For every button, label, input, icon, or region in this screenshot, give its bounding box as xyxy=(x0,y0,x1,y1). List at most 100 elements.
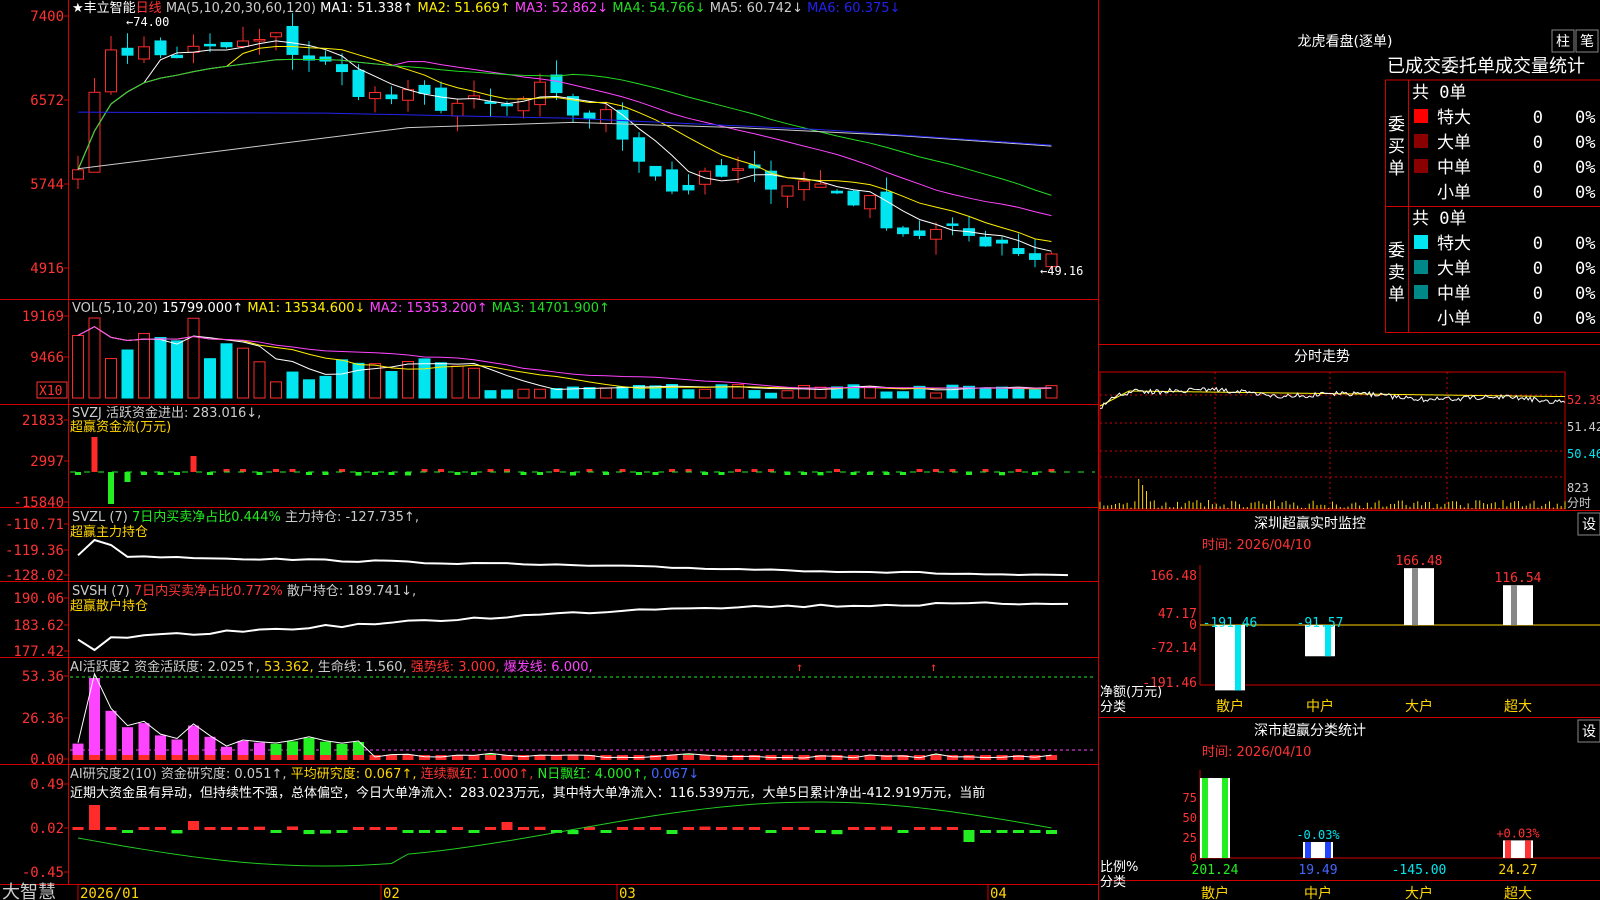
candle-body xyxy=(369,91,381,100)
activity-base-bar xyxy=(155,755,166,760)
candle-body xyxy=(1029,253,1041,260)
research-bar xyxy=(881,826,892,830)
axis-label: 9466 xyxy=(30,350,64,366)
research-bar xyxy=(650,827,661,830)
research-bar xyxy=(221,827,232,830)
candle-body xyxy=(979,236,992,247)
volume-bar xyxy=(352,362,365,399)
header-item: MA2: 15353.200↑ xyxy=(365,301,487,316)
research-bar xyxy=(468,830,480,833)
research-bar xyxy=(138,827,150,830)
monitor-bar-stripe xyxy=(1235,625,1241,691)
monitor-bar-value: 166.48 xyxy=(1396,554,1443,569)
money-flow-bar xyxy=(273,469,279,472)
group-label-char: 委 xyxy=(1388,241,1405,261)
classify-bar-stripe xyxy=(1525,840,1531,858)
volume-chart[interactable] xyxy=(72,317,1058,399)
research-bar xyxy=(980,830,991,833)
classify-xlabel: 分类 xyxy=(1100,875,1126,890)
volume-bar xyxy=(484,390,497,399)
candle-body xyxy=(781,185,794,197)
axis-label: 7400 xyxy=(30,9,64,25)
axis-label: 190.06 xyxy=(13,591,64,607)
svzl-chart[interactable] xyxy=(77,538,1069,577)
row-value: 0 xyxy=(1533,284,1543,304)
stock-name: 丰立智能 xyxy=(84,1,136,16)
research-bar xyxy=(386,827,397,830)
volume-bar xyxy=(534,388,546,399)
classify-bar-stripe xyxy=(1325,842,1331,858)
axis-label: 53.36 xyxy=(22,669,64,685)
classify-bar-stripe xyxy=(1505,840,1511,858)
volume-bar xyxy=(187,317,200,399)
candle-body xyxy=(501,103,513,107)
intraday-chart[interactable]: 52.39 51.42 50.46 823分时 xyxy=(1099,371,1600,510)
classify-bar xyxy=(1503,840,1533,858)
candle-body xyxy=(930,228,942,240)
research-bar xyxy=(254,826,265,830)
candle-body xyxy=(451,102,464,117)
money-flow-bar xyxy=(735,469,741,472)
row-pct: 0% xyxy=(1575,259,1595,279)
research-bar xyxy=(765,830,777,833)
monitor-category-label: 超大 xyxy=(1504,699,1532,715)
classify-bar-value: 201.24 xyxy=(1192,863,1239,878)
candle-body xyxy=(1012,248,1025,255)
header-item: SVZJ 活跃资金进出: 283.016↓, xyxy=(72,405,261,421)
monitor-ylabel: 净额(万元) xyxy=(1100,685,1162,700)
classify-title: 深市超赢分类统计 xyxy=(1254,722,1366,739)
row-pct: 0% xyxy=(1575,234,1595,254)
research-bar xyxy=(89,805,100,830)
volume-bar xyxy=(319,375,332,399)
activity-base-bar xyxy=(567,755,579,760)
classify-category-label: 超大 xyxy=(1504,886,1532,900)
monitor-bar-chart[interactable]: 166.4847.170-72.14-191.46净额(万元)分类-191.46… xyxy=(1100,554,1600,715)
research-bar xyxy=(864,827,876,830)
research-bar xyxy=(501,822,513,830)
ai-activity-chart[interactable]: ↑ ↑ xyxy=(70,660,1095,760)
svsh-subtitle: 超赢散户持仓 xyxy=(70,598,148,614)
candle-body xyxy=(847,190,860,206)
volume-bar xyxy=(88,317,101,399)
candle-body xyxy=(798,180,810,191)
activity-base-bar xyxy=(237,755,249,760)
monitor-axis-label: 0 xyxy=(1189,618,1197,633)
chart-canvas[interactable]: ★丰立智能日线 MA(5,10,20,30,60,120) MA1: 51.33… xyxy=(0,0,1600,900)
candle-body xyxy=(220,42,233,48)
ai-research-chart[interactable] xyxy=(72,801,1058,867)
low-price-label: ←49.16 xyxy=(1040,264,1083,278)
ma-line xyxy=(77,40,1052,252)
svsh-chart[interactable] xyxy=(77,601,1069,652)
research-bar xyxy=(600,830,612,833)
classify-bar-stripe xyxy=(1222,778,1228,858)
candle-body xyxy=(435,87,447,111)
research-bar xyxy=(930,826,942,830)
header-item: 53.362, xyxy=(260,660,314,675)
money-flow-bar xyxy=(91,437,98,472)
volume-bar xyxy=(121,349,134,399)
axis-label: 0.02 xyxy=(30,821,64,837)
research-bar xyxy=(270,830,282,833)
activity-base-bar xyxy=(138,755,150,760)
row-label: 特大 xyxy=(1437,108,1471,128)
candle-body xyxy=(649,165,662,177)
research-line xyxy=(77,801,1052,867)
row-value: 0 xyxy=(1533,234,1543,254)
intraday-axis-label: 50.46 xyxy=(1567,447,1600,461)
research-bar xyxy=(435,830,447,833)
axis-label: 21833 xyxy=(22,413,64,429)
candlestick-chart[interactable]: ←74.00 ←49.16 xyxy=(72,13,1084,278)
activity-base-bar xyxy=(732,755,744,760)
svzj-chart[interactable] xyxy=(70,437,1095,504)
header-item: 主力持仓: -127.735↑, xyxy=(281,510,419,525)
classify-ylabel: 比例% xyxy=(1100,860,1138,875)
candle-body xyxy=(105,49,117,93)
classify-axis-label: 25 xyxy=(1183,831,1197,845)
header-item: 强势线: 3.000, xyxy=(407,659,500,675)
activity-bar xyxy=(105,710,117,760)
row-pct: 0% xyxy=(1575,158,1595,178)
classify-bar-chart[interactable]: 7550250比例%分类201.24散户-0.03%19.49中户-145.00… xyxy=(1100,770,1600,900)
volume-bar xyxy=(286,371,299,399)
candle-body xyxy=(534,81,546,106)
row-pct: 0% xyxy=(1575,309,1595,329)
